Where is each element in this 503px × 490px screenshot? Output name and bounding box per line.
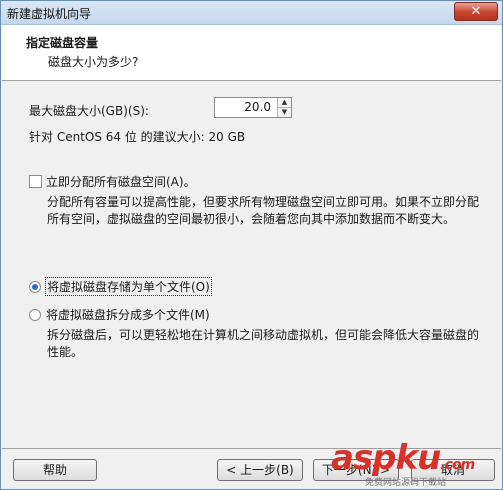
cancel-button[interactable]: 取消	[411, 459, 495, 481]
window-title: 新建虚拟机向导	[7, 7, 92, 21]
spin-up-icon[interactable]: ▲	[278, 98, 291, 107]
wizard-header: 指定磁盘容量 磁盘大小为多少?	[2, 25, 501, 81]
store-single-file-option[interactable]: 将虚拟磁盘存储为单个文件(O)	[29, 277, 212, 296]
allocate-all-label[interactable]: 立即分配所有磁盘空间(A)。	[46, 173, 196, 190]
split-multi-label[interactable]: 将虚拟磁盘拆分成多个文件(M)	[46, 306, 210, 323]
split-multi-radio[interactable]	[29, 308, 41, 321]
footer-divider	[2, 448, 501, 449]
close-button[interactable]: ✕	[454, 2, 498, 21]
spin-down-icon[interactable]: ▼	[278, 107, 291, 116]
split-description: 拆分磁盘后，可以更轻松地在计算机之间移动虚拟机，但可能会降低大容量磁盘的性能。	[47, 328, 480, 359]
back-button[interactable]: < 上一步(B)	[217, 459, 303, 481]
wizard-window: 新建虚拟机向导 ✕ 指定磁盘容量 磁盘大小为多少? 最大磁盘大小(GB)(S):…	[0, 0, 503, 490]
max-size-spinbox[interactable]: 20.0 ▲ ▼	[214, 97, 292, 118]
store-single-label[interactable]: 将虚拟磁盘存储为单个文件(O)	[45, 277, 212, 296]
page-subtitle: 磁盘大小为多少?	[48, 55, 139, 69]
split-multi-file-option[interactable]: 将虚拟磁盘拆分成多个文件(M)	[29, 306, 210, 323]
title-bar: 新建虚拟机向导 ✕	[1, 1, 502, 25]
page-title: 指定磁盘容量	[26, 36, 99, 50]
next-button[interactable]: 下一步(N) >	[313, 459, 399, 481]
store-single-radio[interactable]	[29, 280, 41, 293]
allocate-description: 分配所有容量可以提高性能，但要求所有物理磁盘空间立即可用。如果不立即分配所有空间…	[47, 195, 480, 226]
allocate-all-checkbox-row[interactable]: 立即分配所有磁盘空间(A)。	[29, 173, 196, 190]
spin-arrows: ▲ ▼	[277, 98, 291, 117]
allocate-all-checkbox[interactable]	[29, 175, 42, 188]
max-size-label: 最大磁盘大小(GB)(S):	[29, 104, 149, 118]
max-size-value[interactable]: 20.0	[244, 100, 271, 114]
recommended-size-text: 针对 CentOS 64 位 的建议大小: 20 GB	[29, 130, 246, 144]
help-button[interactable]: 帮助	[13, 459, 97, 481]
